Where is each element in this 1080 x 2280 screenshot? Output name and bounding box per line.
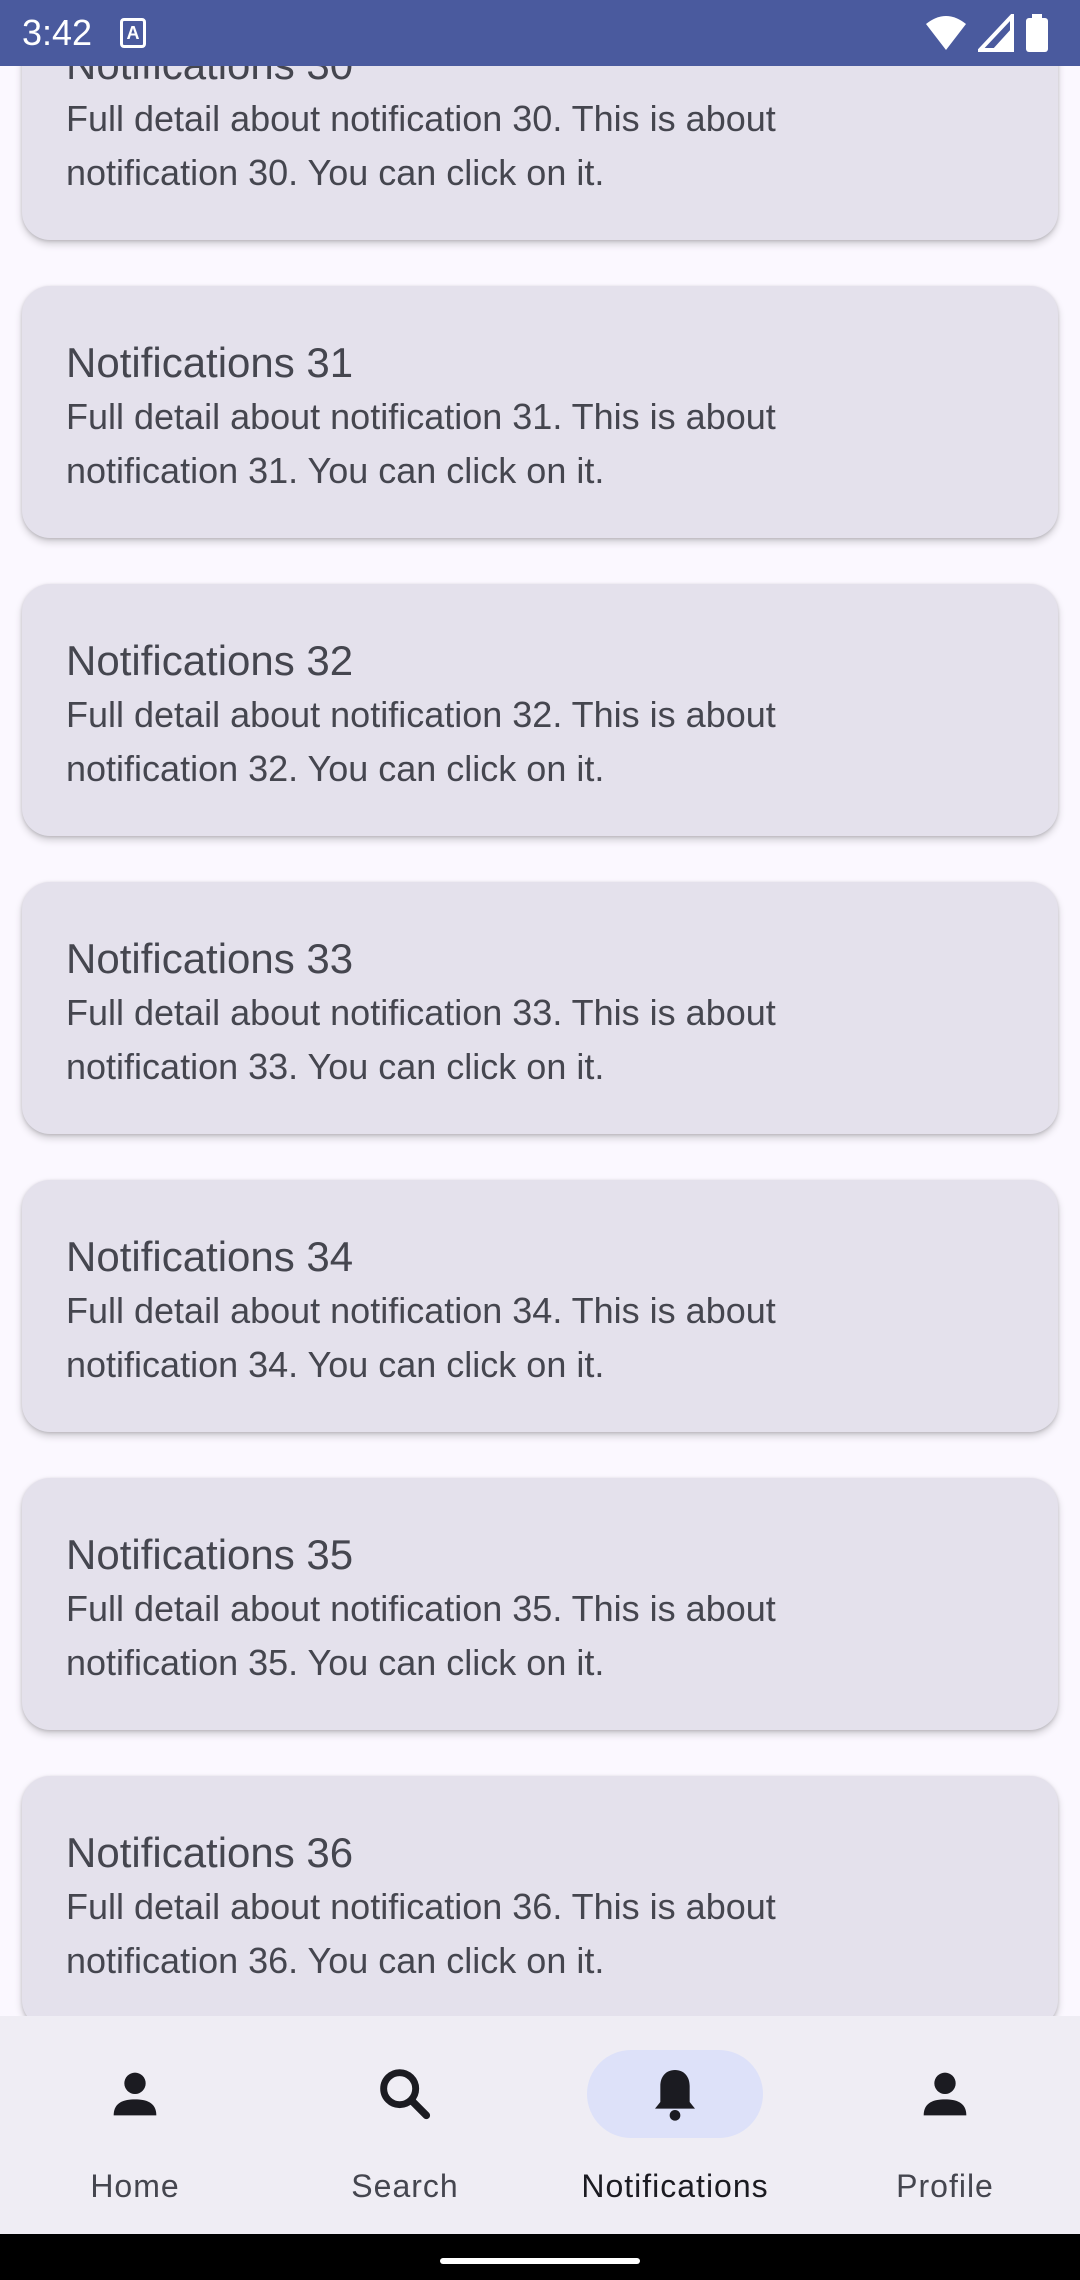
notification-card[interactable]: Notifications 34 Full detail about notif… xyxy=(22,1180,1058,1432)
notification-card[interactable]: Notifications 31 Full detail about notif… xyxy=(22,286,1058,538)
nav-label-notifications: Notifications xyxy=(581,2168,769,2204)
bottom-navigation: Home Search Notifications Profile xyxy=(0,2016,1080,2234)
accessibility-icon: A xyxy=(120,18,146,48)
person-icon xyxy=(923,2072,967,2116)
notification-title: Notifications 36 xyxy=(66,1829,354,1876)
notification-title: Notifications 30 xyxy=(66,66,1014,92)
notification-title: Notifications 32 xyxy=(66,637,354,684)
notification-body: Full detail about notification 33. This … xyxy=(66,992,776,1087)
search-icon xyxy=(380,2069,431,2120)
status-time: 3:42 xyxy=(22,12,93,53)
nav-label-home: Home xyxy=(90,2168,180,2204)
notification-body: Full detail about notification 35. This … xyxy=(66,1588,776,1683)
battery-icon xyxy=(1026,14,1048,52)
notification-card[interactable]: Notifications 33 Full detail about notif… xyxy=(22,882,1058,1134)
notification-card[interactable]: Notifications 36 Full detail about notif… xyxy=(22,1776,1058,2016)
nav-item-profile[interactable]: Profile xyxy=(810,2016,1080,2234)
notification-card[interactable]: Notifications 30 Full detail about notif… xyxy=(22,66,1058,240)
notification-body: Full detail about notification 32. This … xyxy=(66,694,776,789)
notification-card[interactable]: Notifications 32 Full detail about notif… xyxy=(22,584,1058,836)
bell-icon xyxy=(655,2070,695,2121)
wifi-icon xyxy=(926,16,966,50)
status-bar: 3:42 A xyxy=(0,0,1080,66)
notification-body: Full detail about notification 31. This … xyxy=(66,396,776,491)
nav-label-search: Search xyxy=(351,2168,459,2204)
notification-card[interactable]: Notifications 35 Full detail about notif… xyxy=(22,1478,1058,1730)
nav-label-profile: Profile xyxy=(896,2168,994,2204)
nav-item-notifications[interactable]: Notifications xyxy=(540,2016,810,2234)
notification-body: Full detail about notification 36. This … xyxy=(66,1886,776,1981)
signal-icon xyxy=(978,14,1014,52)
notification-title: Notifications 34 xyxy=(66,1233,354,1280)
gesture-navigation-bar xyxy=(0,2234,1080,2280)
home-gesture-handle[interactable] xyxy=(440,2258,640,2264)
notification-body: Full detail about notification 30. This … xyxy=(66,98,776,193)
nav-item-home[interactable]: Home xyxy=(0,2016,270,2234)
nav-item-search[interactable]: Search xyxy=(270,2016,540,2234)
person-icon xyxy=(113,2072,157,2116)
notification-title: Notifications 33 xyxy=(66,935,354,982)
status-icons xyxy=(914,14,1050,52)
notification-title: Notifications 31 xyxy=(66,339,354,386)
notification-title: Notifications 35 xyxy=(66,1531,354,1578)
notification-list[interactable]: Notifications 30 Full detail about notif… xyxy=(0,66,1080,2016)
notification-body: Full detail about notification 34. This … xyxy=(66,1290,776,1385)
